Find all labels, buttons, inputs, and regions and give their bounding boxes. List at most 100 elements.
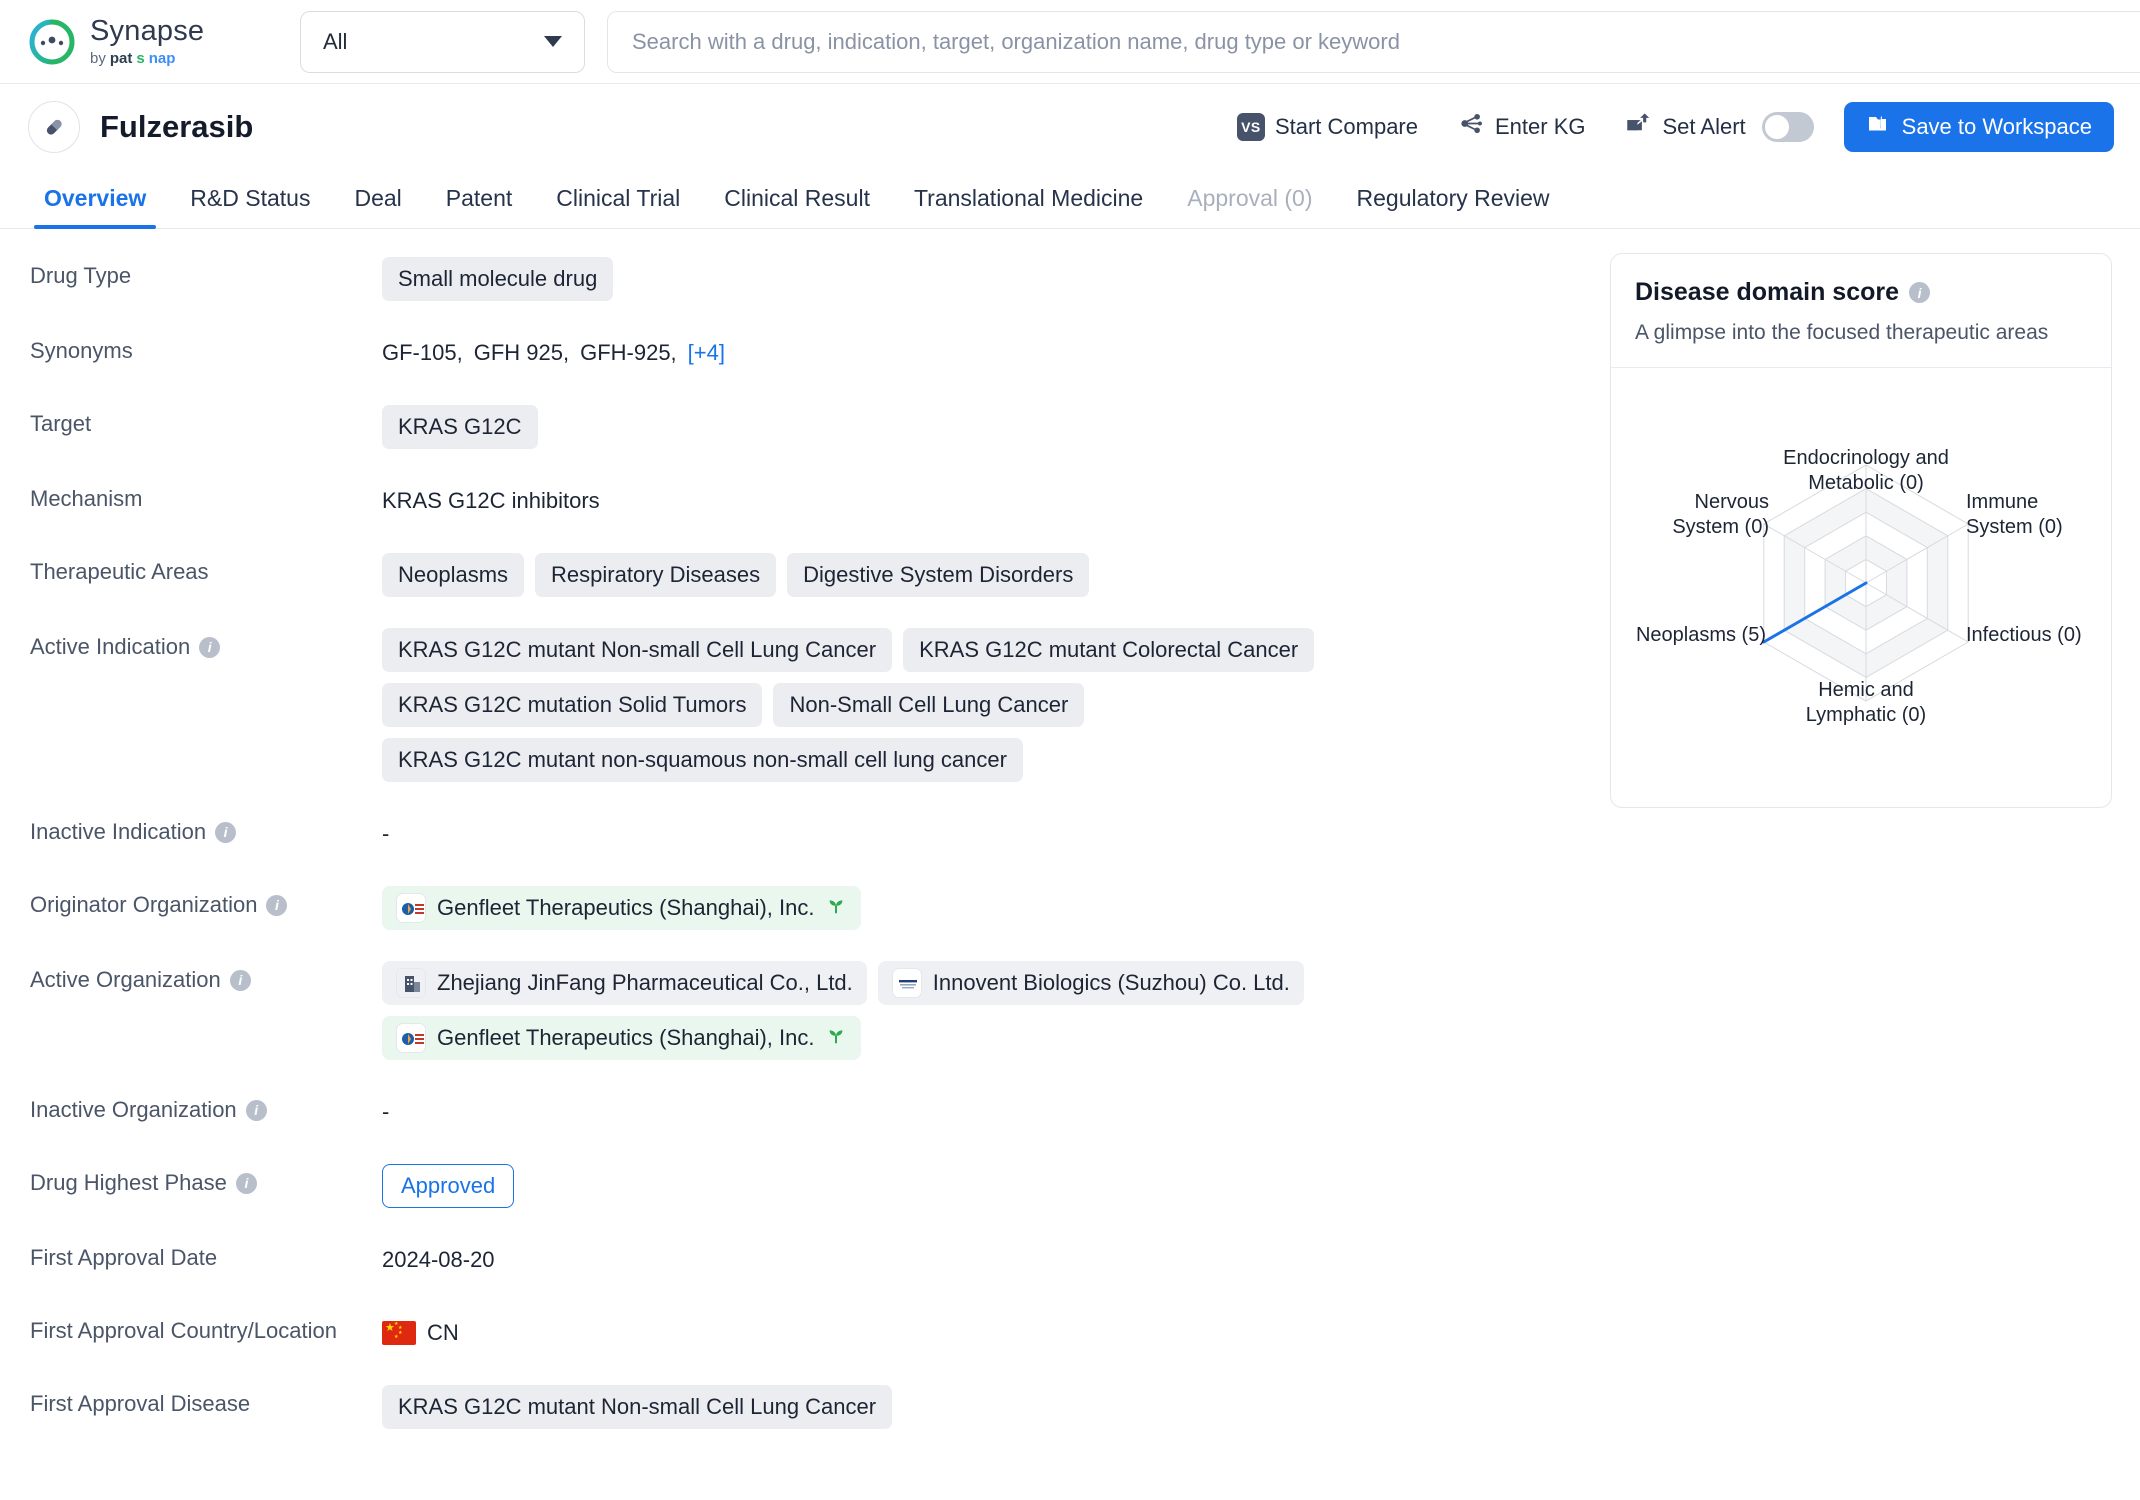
synonym-item: GF-105, [382, 340, 463, 365]
synonyms-line: GF-105, GFH 925, GFH-925, [+4] [382, 332, 725, 374]
field-value: ★ ★ ★ ★ ★ CN [382, 1310, 1610, 1354]
set-alert-button[interactable]: Set Alert [1625, 110, 1746, 143]
field-first-approval-country: First Approval Country/Location ★ ★ ★ ★ … [0, 1310, 1610, 1354]
alert-toggle-switch[interactable] [1761, 111, 1814, 142]
save-to-workspace-label: Save to Workspace [1901, 113, 2092, 139]
field-label-text: Drug Highest Phase [30, 1170, 227, 1195]
synonyms-show-more-link[interactable]: [+4] [688, 340, 725, 366]
tab-regulatory-review[interactable]: Regulatory Review [1335, 185, 1572, 228]
disease-domain-score-card: Disease domain score i A glimpse into th… [1610, 253, 2112, 808]
tab-translational-medicine[interactable]: Translational Medicine [892, 185, 1165, 228]
header-actions: VS Start Compare Enter KG Set Alert Save… [1236, 101, 2114, 152]
field-active-organization: Active Organization i Zhejiang JinFang P… [0, 959, 1610, 1060]
card-title-text: Disease domain score [1635, 278, 1900, 306]
field-label: Originator Organization i [0, 884, 382, 918]
drug-header-bar: Fulzerasib VS Start Compare Enter KG Set… [0, 84, 2140, 169]
info-icon[interactable]: i [215, 821, 237, 843]
brand-pat: pat [109, 50, 133, 67]
first-approval-disease-chip[interactable]: KRAS G12C mutant Non-small Cell Lung Can… [382, 1385, 893, 1429]
brand-nap: nap [148, 50, 176, 67]
tab-clinical-result[interactable]: Clinical Result [702, 185, 892, 228]
organization-name: Zhejiang JinFang Pharmaceutical Co., Ltd… [437, 970, 853, 995]
radar-axis-label-endocrinology: Endocrinology and Metabolic (0) [1783, 447, 1949, 494]
brand-logo-block[interactable]: Synapse by pat s nap [28, 17, 290, 66]
field-value: GF-105, GFH 925, GFH-925, [+4] [382, 330, 1610, 374]
field-label: Target [30, 411, 92, 436]
organization-chip[interactable]: Zhejiang JinFang Pharmaceutical Co., Ltd… [382, 961, 867, 1005]
enter-kg-button[interactable]: Enter KG [1458, 110, 1585, 143]
tab-rd-status[interactable]: R&D Status [168, 185, 332, 228]
field-active-indication: Active Indication i KRAS G12C mutant Non… [0, 626, 1610, 782]
therapeutic-area-chip[interactable]: Digestive System Disorders [787, 553, 1090, 597]
therapeutic-area-chip[interactable]: Neoplasms [382, 553, 525, 597]
field-value: KRAS G12C mutant Non-small Cell Lung Can… [382, 1383, 1610, 1429]
field-value: Zhejiang JinFang Pharmaceutical Co., Ltd… [382, 959, 1342, 1060]
alert-envelope-icon [1625, 110, 1652, 143]
organization-logo-icon [891, 968, 922, 998]
tab-deal[interactable]: Deal [332, 185, 423, 228]
first-approval-date-value: 2024-08-20 [382, 1247, 495, 1272]
active-indication-chip[interactable]: KRAS G12C mutant non-squamous non-small … [382, 738, 1023, 782]
save-to-workspace-button[interactable]: Save to Workspace [1843, 101, 2114, 152]
info-icon[interactable]: i [1909, 282, 1931, 303]
search-scope-select[interactable]: All [300, 10, 585, 73]
field-value: KRAS G12C [382, 403, 1610, 449]
field-first-approval-disease: First Approval Disease KRAS G12C mutant … [0, 1383, 1610, 1429]
top-navigation-bar: Synapse by pat s nap All Search with a drug… [0, 0, 2140, 84]
target-chip[interactable]: KRAS G12C [382, 405, 538, 449]
tab-patent[interactable]: Patent [424, 185, 535, 228]
field-value: - [382, 811, 1610, 855]
start-compare-button[interactable]: VS Start Compare [1236, 112, 1418, 141]
synonym-item: GFH-925, [580, 340, 677, 365]
sprout-icon [825, 1024, 847, 1052]
enter-kg-label: Enter KG [1495, 113, 1586, 139]
info-icon[interactable]: i [199, 636, 221, 658]
inactive-organization-value: - [382, 1099, 390, 1124]
sprout-icon [825, 894, 847, 922]
status-badge[interactable]: Approved [382, 1164, 515, 1208]
tab-clinical-trial[interactable]: Clinical Trial [534, 185, 702, 228]
info-icon[interactable]: i [245, 1099, 267, 1121]
info-icon[interactable]: i [229, 969, 251, 991]
field-mechanism: Mechanism KRAS G12C inhibitors [0, 478, 1610, 522]
field-label-text: Originator Organization [30, 892, 258, 917]
brand-by: by [90, 50, 106, 67]
detail-tabs: Overview R&D Status Deal Patent Clinical… [0, 169, 2140, 229]
organization-chip[interactable]: Genfleet Therapeutics (Shanghai), Inc. [382, 886, 862, 930]
field-label: First Approval Date [30, 1245, 218, 1270]
radar-axis-label-nervous: Nervous System (0) [1672, 491, 1769, 538]
field-label: Inactive Indication i [0, 811, 382, 845]
organization-logo-icon [396, 1023, 426, 1053]
organization-chip[interactable]: Innovent Biologics (Suzhou) Co. Ltd. [877, 961, 1304, 1005]
drug-type-chip[interactable]: Small molecule drug [382, 257, 614, 301]
field-target: Target KRAS G12C [0, 403, 1610, 449]
radar-axis-label-neoplasms: Neoplasms (5) [1635, 624, 1766, 646]
card-subtitle: A glimpse into the focused therapeutic a… [1635, 321, 2049, 344]
field-drug-highest-phase: Drug Highest Phase i Approved [0, 1162, 1610, 1208]
active-indication-chip[interactable]: KRAS G12C mutant Non-small Cell Lung Can… [382, 628, 893, 672]
field-label-text: Inactive Organization [30, 1097, 237, 1122]
field-value: Approved [382, 1162, 1610, 1208]
field-value: Genfleet Therapeutics (Shanghai), Inc. [382, 884, 1610, 930]
tab-overview[interactable]: Overview [22, 185, 168, 229]
organization-name: Innovent Biologics (Suzhou) Co. Ltd. [932, 970, 1290, 995]
field-label-text: Active Indication [30, 634, 191, 659]
capsule-icon [28, 100, 80, 153]
info-icon[interactable]: i [235, 1172, 257, 1194]
field-label: Drug Type [30, 263, 132, 288]
radar-chart: Endocrinology and Metabolic (0) Immune S… [1611, 367, 2111, 807]
global-search-input[interactable]: Search with a drug, indication, target, … [607, 10, 2140, 73]
field-value: Neoplasms Respiratory Diseases Digestive… [382, 551, 1610, 597]
active-indication-chip[interactable]: Non-Small Cell Lung Cancer [773, 683, 1085, 727]
info-icon[interactable]: i [266, 894, 288, 916]
active-indication-chip[interactable]: KRAS G12C mutant Colorectal Cancer [903, 628, 1315, 672]
active-indication-chip[interactable]: KRAS G12C mutation Solid Tumors [382, 683, 763, 727]
organization-chip[interactable]: Genfleet Therapeutics (Shanghai), Inc. [382, 1016, 862, 1060]
therapeutic-area-chip[interactable]: Respiratory Diseases [535, 553, 777, 597]
